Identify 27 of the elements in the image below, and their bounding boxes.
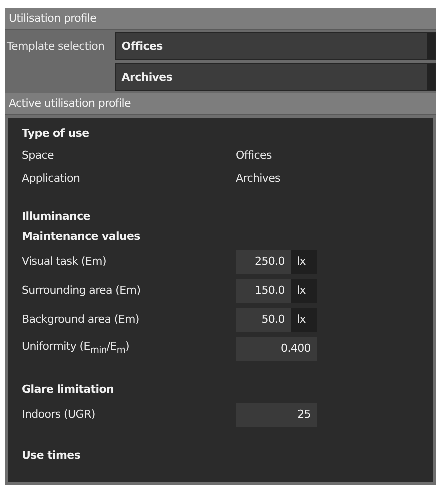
- section-header: Active utilisation profile: [5, 93, 436, 115]
- unit-label: lx: [291, 278, 317, 302]
- row-label: Application: [22, 172, 82, 185]
- row-label: Visual task (Em): [22, 255, 108, 268]
- group-heading: Use times: [22, 448, 82, 464]
- dropdown[interactable]: Archives: [114, 63, 436, 91]
- value-field[interactable]: 25: [236, 402, 317, 426]
- unit-label: lx: [291, 308, 317, 332]
- row-label: Uniformity (E$_{min}$/E$_{m}$): [22, 340, 131, 357]
- value-field[interactable]: 150.0: [236, 278, 291, 302]
- row-value: Offices: [236, 149, 272, 162]
- unit-label: lx: [291, 250, 317, 274]
- group-heading: Type of use: [22, 126, 90, 142]
- group-heading: Glare limitation: [22, 382, 116, 398]
- section-header: Utilisation profile: [5, 8, 436, 30]
- row-label: Indoors (UGR): [22, 408, 96, 421]
- dropdown[interactable]: Offices: [114, 32, 436, 60]
- group-subheading: Maintenance values: [22, 229, 142, 245]
- row-value: Archives: [236, 172, 280, 185]
- value-field[interactable]: 250.0: [236, 250, 291, 274]
- value-field[interactable]: 50.0: [236, 308, 291, 332]
- value-field[interactable]: 0.400: [236, 336, 317, 360]
- group-heading: Illuminance: [22, 209, 92, 225]
- row-label: Background area (Em): [22, 313, 140, 326]
- row-label: Space: [22, 149, 56, 162]
- field-label: Template selection: [7, 39, 105, 55]
- row-label: Surrounding area (Em): [22, 284, 142, 297]
